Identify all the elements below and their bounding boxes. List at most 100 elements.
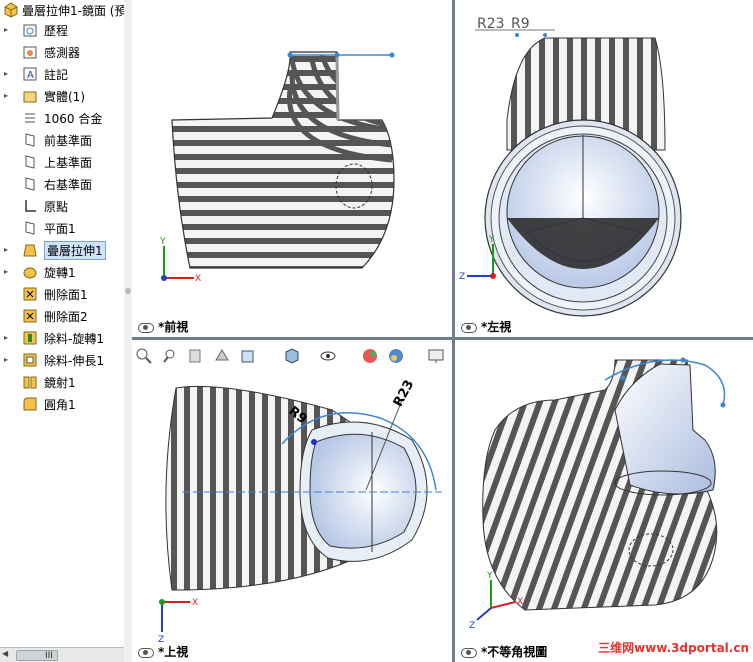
history-icon bbox=[23, 24, 37, 37]
front-view-model: Y X bbox=[159, 51, 395, 284]
previous-view-icon bbox=[189, 349, 201, 363]
viewport-isometric[interactable]: Y X Z *不等角視圖 三维网www.3dportal.cn bbox=[455, 340, 753, 662]
tree-item-18[interactable]: 圓角1 bbox=[0, 394, 124, 414]
tree-item-17[interactable]: 鏡射1 bbox=[0, 372, 124, 392]
viewport-divider-vertical[interactable] bbox=[452, 0, 455, 662]
delete-face-icon bbox=[23, 309, 37, 323]
viewport-top[interactable]: Z X R9 R23 *上視 bbox=[132, 340, 452, 662]
hide-show-button[interactable] bbox=[318, 346, 338, 366]
revolve-icon bbox=[23, 267, 37, 279]
tree-item-label: 圓角1 bbox=[44, 398, 76, 412]
expand-toggle-icon[interactable] bbox=[4, 113, 12, 123]
tree-item-label: 除料-旋轉1 bbox=[44, 332, 104, 346]
tree-horizontal-scrollbar[interactable]: ◀ III bbox=[0, 647, 124, 662]
expand-toggle-icon[interactable] bbox=[4, 399, 12, 409]
tree-item-6[interactable]: 前基準面 bbox=[0, 130, 124, 150]
triad-icon bbox=[159, 599, 190, 632]
dim-r9-label[interactable]: R9 bbox=[511, 16, 530, 32]
tree-item-10[interactable]: 平面1 bbox=[0, 218, 124, 238]
expand-toggle-icon[interactable]: ▸ bbox=[4, 355, 12, 365]
viewport-divider-horizontal[interactable] bbox=[132, 337, 753, 340]
dim-r23-label[interactable]: R23 bbox=[477, 16, 505, 32]
tree-item-label: 右基準面 bbox=[44, 178, 93, 192]
tree-item-1[interactable]: ▸ 歷程 bbox=[0, 20, 124, 40]
plane-icon bbox=[25, 133, 35, 147]
tree-item-7[interactable]: 上基準面 bbox=[0, 152, 124, 172]
expand-toggle-icon[interactable] bbox=[4, 201, 12, 211]
display-settings-button[interactable] bbox=[426, 346, 446, 366]
tree-part-title[interactable]: 曡層拉伸1-鏡面 (預 bbox=[0, 0, 124, 20]
tree-item-label: 感測器 bbox=[44, 46, 81, 60]
expand-toggle-icon[interactable]: ▸ bbox=[4, 245, 12, 255]
tree-item-label: 曡層拉伸1 bbox=[44, 241, 106, 260]
expand-toggle-icon[interactable]: ▸ bbox=[4, 333, 12, 343]
display-style-button[interactable] bbox=[282, 346, 302, 366]
expand-toggle-icon[interactable] bbox=[4, 157, 12, 167]
tree-item-label: 歷程 bbox=[44, 24, 69, 38]
tree-item-16[interactable]: ▸ 除料-伸長1 bbox=[0, 350, 124, 370]
section-view-button[interactable] bbox=[212, 346, 232, 366]
svg-text:X: X bbox=[195, 274, 201, 284]
zoom-fit-icon bbox=[136, 348, 152, 364]
svg-text:Z: Z bbox=[469, 621, 475, 631]
appearance-icon bbox=[363, 349, 377, 363]
tree-item-3[interactable]: ▸ A 註記 bbox=[0, 64, 124, 84]
isometric-view-model: Y X Z bbox=[469, 357, 726, 631]
expand-toggle-icon[interactable]: ▸ bbox=[4, 267, 12, 277]
view-eye-icon bbox=[461, 647, 477, 658]
tree-item-12[interactable]: ▸ 旋轉1 bbox=[0, 262, 124, 282]
zoom-area-icon bbox=[163, 349, 175, 363]
expand-toggle-icon[interactable]: ▸ bbox=[4, 69, 12, 79]
tree-item-15[interactable]: ▸ 除料-旋轉1 bbox=[0, 328, 124, 348]
expand-toggle-icon[interactable] bbox=[4, 47, 12, 57]
viewport-left[interactable]: Y Z R23 R9 *左視 bbox=[455, 0, 753, 337]
svg-text:Y: Y bbox=[488, 235, 495, 245]
appearance-button[interactable] bbox=[360, 346, 380, 366]
view-orientation-icon bbox=[241, 350, 254, 363]
tree-item-13[interactable]: 刪除面1 bbox=[0, 284, 124, 304]
scene-button[interactable] bbox=[386, 346, 406, 366]
view-eye-icon bbox=[138, 322, 154, 333]
scene-icon bbox=[389, 349, 403, 363]
view-eye-icon bbox=[138, 647, 154, 658]
splitter-grip-icon[interactable] bbox=[125, 288, 131, 294]
sensor-icon bbox=[23, 46, 37, 59]
tree-item-4[interactable]: ▸ 實體(1) bbox=[0, 86, 124, 106]
svg-text:A: A bbox=[27, 70, 34, 81]
left-view-model: Y Z bbox=[459, 29, 682, 317]
zoom-fit-button[interactable] bbox=[134, 346, 154, 366]
tree-item-5[interactable]: 1060 合金 bbox=[0, 108, 124, 128]
display-style-icon bbox=[285, 348, 299, 364]
annotation-icon: A bbox=[23, 67, 37, 81]
previous-view-button[interactable] bbox=[186, 346, 206, 366]
tree-item-14[interactable]: 刪除面2 bbox=[0, 306, 124, 326]
view-orientation-button[interactable] bbox=[238, 346, 258, 366]
scrollbar-thumb[interactable]: III bbox=[16, 650, 58, 661]
tree-item-9[interactable]: 原點 bbox=[0, 196, 124, 216]
tree-item-label: 註記 bbox=[44, 68, 69, 82]
expand-toggle-icon[interactable]: ▸ bbox=[4, 25, 12, 35]
expand-toggle-icon[interactable] bbox=[4, 311, 12, 321]
svg-text:X: X bbox=[192, 598, 198, 608]
svg-text:Y: Y bbox=[159, 237, 166, 247]
zoom-area-button[interactable] bbox=[160, 346, 180, 366]
part-icon bbox=[4, 2, 18, 18]
scroll-left-arrow-icon[interactable]: ◀ bbox=[2, 649, 8, 658]
expand-toggle-icon[interactable] bbox=[4, 289, 12, 299]
mirror-icon bbox=[23, 376, 37, 389]
tree-item-label: 旋轉1 bbox=[44, 266, 76, 280]
section-view-icon bbox=[215, 349, 229, 361]
tree-item-11[interactable]: ▸ 曡層拉伸1 bbox=[0, 240, 124, 260]
tree-item-8[interactable]: 右基準面 bbox=[0, 174, 124, 194]
pane-splitter[interactable] bbox=[124, 0, 132, 662]
tree-item-label: 原點 bbox=[44, 200, 69, 214]
expand-toggle-icon[interactable]: ▸ bbox=[4, 91, 12, 101]
tree-item-2[interactable]: 感測器 bbox=[0, 42, 124, 62]
expand-toggle-icon[interactable] bbox=[4, 223, 12, 233]
plane-icon bbox=[25, 221, 35, 235]
expand-toggle-icon[interactable] bbox=[4, 377, 12, 387]
expand-toggle-icon[interactable] bbox=[4, 135, 12, 145]
viewport-front[interactable]: Y X *前視 bbox=[132, 0, 452, 337]
hide-show-icon bbox=[320, 351, 336, 361]
expand-toggle-icon[interactable] bbox=[4, 179, 12, 189]
